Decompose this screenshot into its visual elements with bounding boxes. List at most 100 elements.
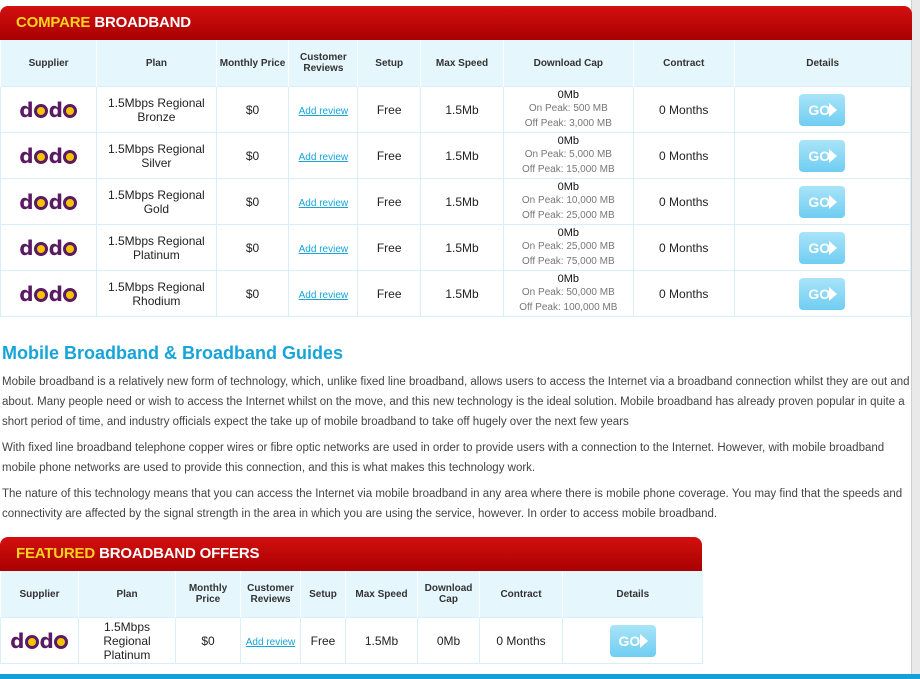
- go-button[interactable]: GO: [799, 231, 846, 264]
- guides-paragraph: With fixed line broadband telephone copp…: [2, 442, 885, 474]
- cap-cell: 0Mb On Peak: 5,000 MB Off Peak: 15,000 MB: [503, 132, 634, 179]
- col-header-download-cap: Download Cap: [503, 40, 634, 87]
- speed-cell: 1.5Mb: [420, 178, 505, 225]
- compare-row: d d 1.5Mbps Regional Rhodium $0 Add review Fr…: [0, 270, 912, 317]
- featured-title-highlight: FEATURED: [16, 545, 95, 562]
- cap-value: 0Mb: [557, 272, 580, 285]
- plan-cell: 1.5Mbps Regional Rhodium: [96, 270, 217, 317]
- go-button[interactable]: GO: [799, 139, 846, 172]
- dodo-logo[interactable]: dd: [19, 98, 78, 122]
- plan-cell: 1.5Mbps Regional Platinum: [78, 617, 176, 664]
- add-review-link[interactable]: Add review: [299, 152, 348, 163]
- on-peak-value: On Peak: 5,000 MB: [524, 148, 612, 160]
- supplier-cell: dd: [0, 617, 79, 664]
- review-cell: Add review: [240, 617, 301, 664]
- supplier-cell: dd: [0, 132, 98, 179]
- setup-cell: Free: [357, 178, 422, 225]
- dodo-logo[interactable]: dd: [19, 190, 78, 214]
- supplier-cell: dd: [0, 86, 98, 133]
- compare-row: d d 1.5Mbps Regional Platinum $0 Add review F…: [0, 224, 912, 271]
- featured-banner: FEATURED BROADBAND OFFERS: [0, 537, 702, 571]
- go-label: GO: [618, 632, 641, 649]
- review-cell: Add review: [288, 270, 359, 317]
- off-peak-value: Off Peak: 25,000 MB: [522, 209, 615, 221]
- review-cell: Add review: [288, 224, 359, 271]
- setup-cell: Free: [357, 132, 422, 179]
- details-cell: GO: [733, 86, 912, 133]
- col-header-details: Details: [562, 571, 703, 618]
- supplier-cell: dd: [0, 270, 98, 317]
- featured-table: Supplier Plan Monthly Price Customer Rev…: [0, 571, 703, 664]
- featured-title-rest: BROADBAND OFFERS: [99, 545, 260, 562]
- col-header-details: Details: [733, 40, 911, 87]
- go-label: GO: [808, 239, 831, 256]
- go-button[interactable]: GO: [609, 624, 656, 657]
- off-peak-value: Off Peak: 75,000 MB: [522, 255, 615, 267]
- col-header-supplier: Supplier: [0, 40, 97, 87]
- col-header-setup: Setup: [300, 571, 346, 618]
- speed-cell: 1.5Mb: [420, 224, 505, 271]
- speed-cell: 1.5Mb: [420, 86, 505, 133]
- dodo-logo[interactable]: dd: [19, 236, 78, 260]
- cap-cell: 0Mb On Peak: 50,000 MB Off Peak: 100,000 M…: [503, 270, 634, 317]
- dodo-logo[interactable]: dd: [19, 282, 78, 306]
- go-button[interactable]: GO: [799, 93, 846, 126]
- add-review-link[interactable]: Add review: [246, 637, 295, 648]
- add-review-link[interactable]: Add review: [299, 244, 348, 255]
- speed-cell: 1.5Mb: [345, 617, 418, 664]
- plan-cell: 1.5Mbps Regional Silver: [96, 132, 217, 179]
- cap-cell: 0Mb: [417, 617, 480, 664]
- col-header-customer-reviews: Customer Reviews: [240, 571, 301, 618]
- cap-value: 0Mb: [557, 226, 580, 239]
- col-header-max-speed: Max Speed: [420, 40, 504, 87]
- col-header-contract: Contract: [479, 571, 563, 618]
- compare-header-row: Supplier Plan Monthly Price Customer Rev…: [0, 40, 911, 87]
- speed-cell: 1.5Mb: [420, 270, 505, 317]
- plan-cell: 1.5Mbps Regional Platinum: [96, 224, 217, 271]
- play-arrow-icon: [829, 194, 838, 209]
- details-cell: GO: [733, 178, 912, 225]
- play-arrow-icon: [829, 240, 838, 255]
- guides-paragraph: Mobile broadband is a relatively new for…: [2, 376, 910, 428]
- page-bottom-bar: [0, 674, 920, 679]
- contract-cell: 0 Months: [632, 86, 735, 133]
- go-label: GO: [808, 147, 831, 164]
- col-header-plan: Plan: [78, 571, 176, 618]
- content: COMPARE BROADBAND Supplier Plan Monthly …: [0, 0, 912, 530]
- dodo-logo[interactable]: dd: [10, 629, 69, 653]
- on-peak-value: On Peak: 500 MB: [528, 102, 608, 114]
- details-cell: GO: [733, 270, 912, 317]
- play-arrow-icon: [639, 633, 648, 648]
- add-review-link[interactable]: Add review: [299, 106, 348, 117]
- details-cell: GO: [733, 224, 912, 271]
- price-cell: $0: [175, 617, 241, 664]
- plan-cell: 1.5Mbps Regional Bronze: [96, 86, 217, 133]
- play-arrow-icon: [829, 148, 838, 163]
- on-peak-value: On Peak: 50,000 MB: [521, 286, 615, 298]
- go-button[interactable]: GO: [799, 277, 846, 310]
- price-cell: $0: [215, 270, 290, 317]
- plan-cell: 1.5Mbps Regional Gold: [96, 178, 217, 225]
- cap-cell: 0Mb On Peak: 10,000 MB Off Peak: 25,000 MB: [503, 178, 634, 225]
- guides-paragraph: The nature of this technology means that…: [2, 488, 903, 520]
- col-header-contract: Contract: [632, 40, 735, 87]
- cap-cell: 0Mb On Peak: 500 MB Off Peak: 3,000 MB: [503, 86, 634, 133]
- on-peak-value: On Peak: 25,000 MB: [521, 240, 615, 252]
- add-review-link[interactable]: Add review: [299, 290, 348, 301]
- featured-row: dd 1.5Mbps Regional Platinum $0 Add revi…: [0, 617, 703, 664]
- col-header-monthly-price: Monthly Price: [175, 571, 241, 618]
- featured-section: FEATURED BROADBAND OFFERS Supplier Plan …: [0, 537, 703, 664]
- off-peak-value: Off Peak: 3,000 MB: [524, 117, 612, 129]
- setup-cell: Free: [357, 86, 422, 133]
- dodo-logo[interactable]: dd: [19, 144, 78, 168]
- go-button[interactable]: GO: [799, 185, 846, 218]
- speed-cell: 1.5Mb: [420, 132, 505, 179]
- price-cell: $0: [215, 178, 290, 225]
- price-cell: $0: [215, 224, 290, 271]
- window-scrollbar-track[interactable]: [911, 0, 920, 679]
- review-cell: Add review: [288, 178, 359, 225]
- cap-value: 0Mb: [557, 88, 580, 101]
- contract-cell: 0 Months: [632, 178, 735, 225]
- add-review-link[interactable]: Add review: [299, 198, 348, 209]
- review-cell: Add review: [288, 86, 359, 133]
